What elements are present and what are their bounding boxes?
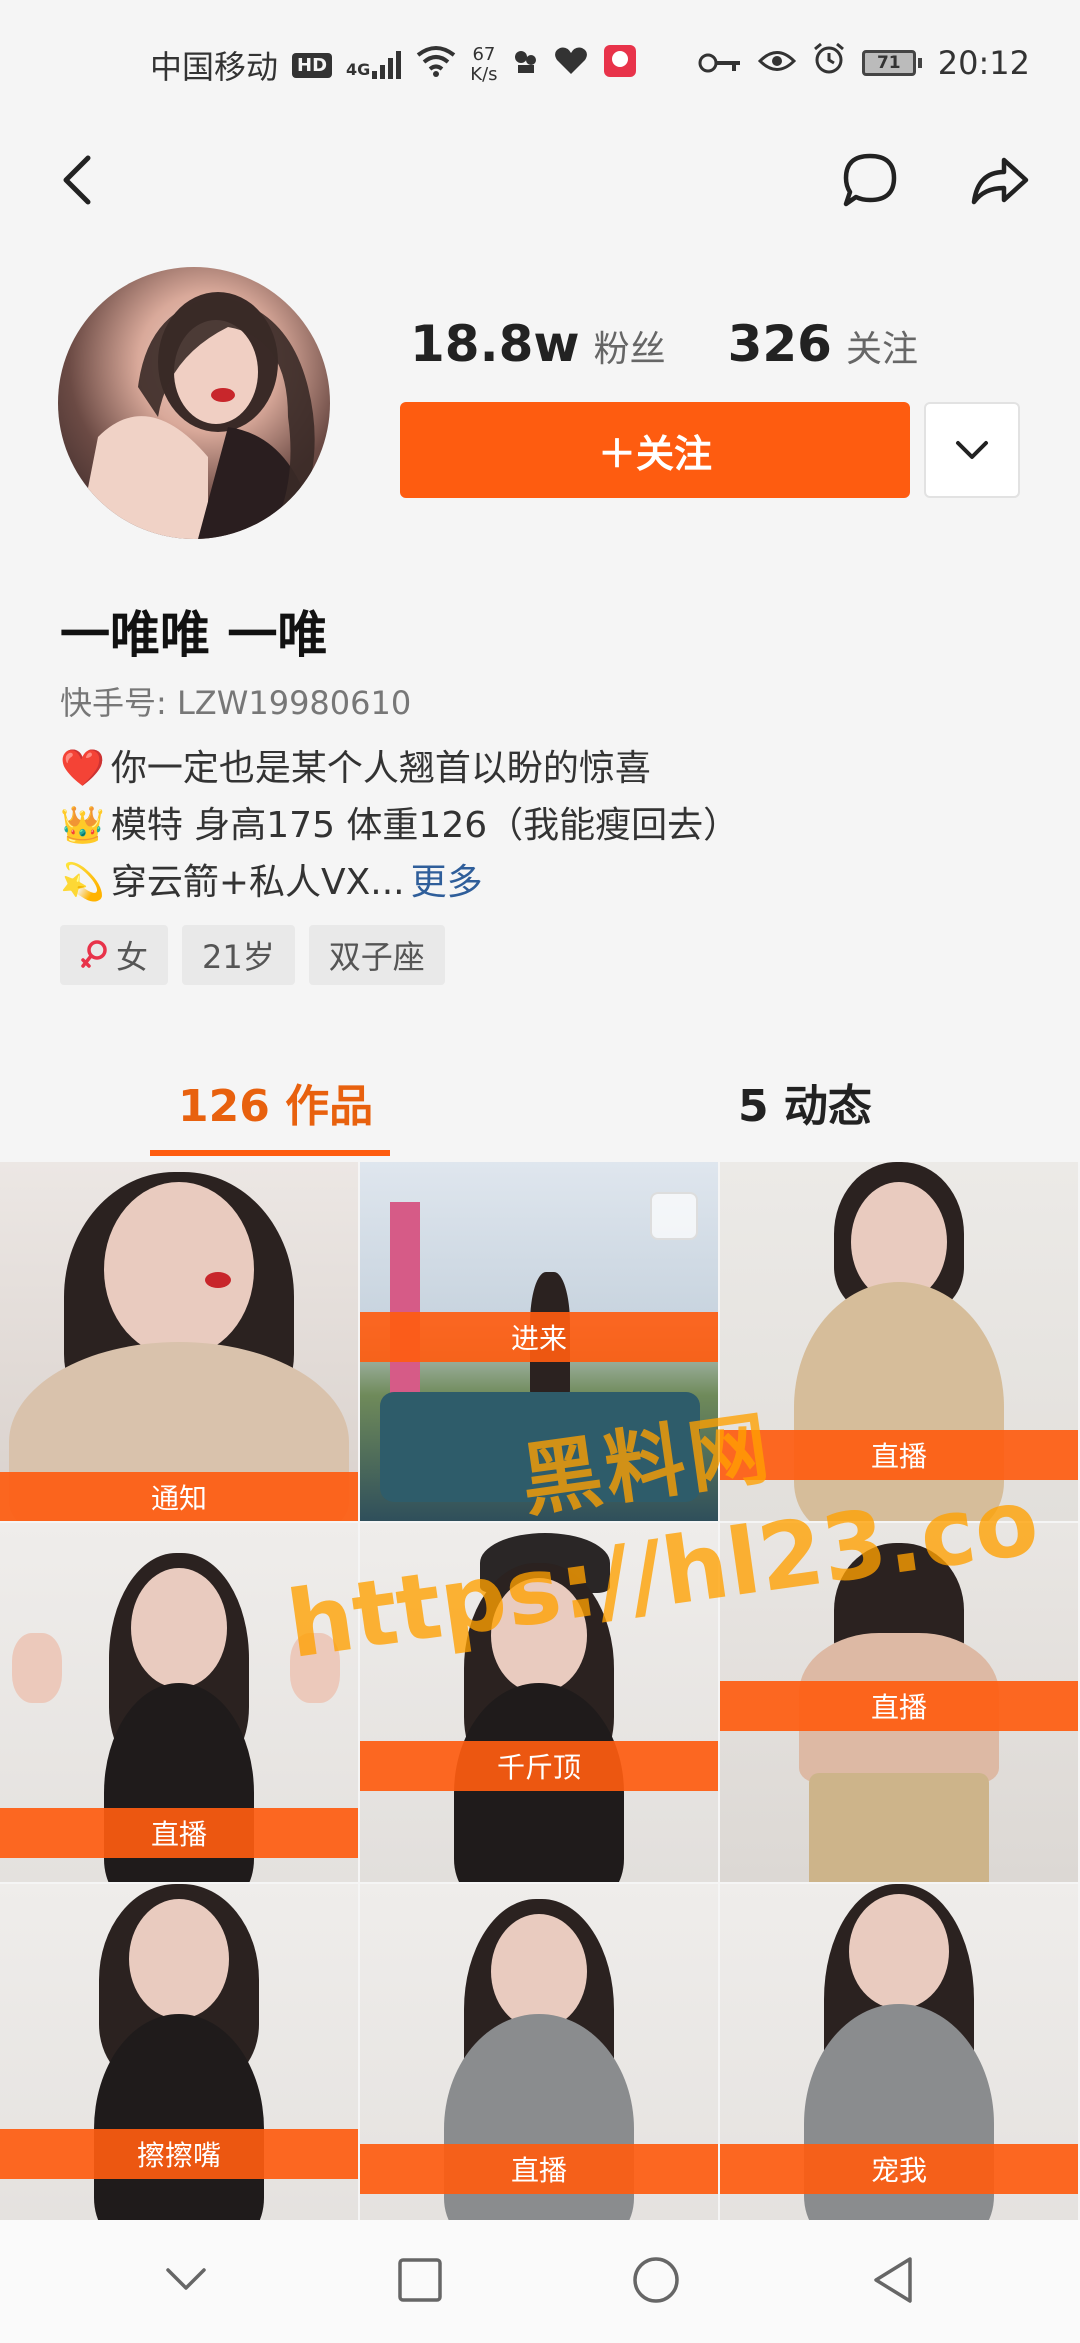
back-nav-icon[interactable]: [870, 2255, 916, 2309]
profile-name: 一唯唯 一唯: [60, 606, 328, 664]
bio-line: 👑 模特 身高175 体重126（我能瘦回去）: [60, 797, 739, 854]
recommend-dropdown-button[interactable]: [924, 402, 1020, 498]
tag-text: 双子座: [328, 938, 425, 976]
app-notification-icon: [512, 46, 540, 84]
tag-age: 21岁: [182, 925, 295, 985]
tab-works[interactable]: 126 作品: [178, 1070, 373, 1134]
tag-text: 21岁: [202, 938, 275, 976]
bio-more-link[interactable]: 更多: [411, 854, 483, 911]
recents-icon[interactable]: [397, 2257, 443, 2307]
profile-stats: 18.8w 粉丝 326 关注: [410, 315, 966, 373]
status-bar: 中国移动 HD 4G 67 K/s 71 20:12: [0, 0, 1080, 135]
speed-unit: K/s: [470, 64, 498, 85]
bio-line: 💫 穿云箭+私人VX... 更多: [60, 854, 739, 911]
video-thumbnail[interactable]: 直播: [720, 1523, 1080, 1884]
content-tabs: 126 作品 5 动态: [0, 1040, 1080, 1160]
bio-text: 穿云箭+私人VX...: [110, 862, 405, 903]
dizzy-emoji-icon: 💫: [60, 862, 105, 903]
hide-nav-icon[interactable]: [164, 2266, 208, 2298]
video-thumbnail[interactable]: 宠我: [720, 1884, 1080, 2245]
home-icon[interactable]: [631, 2255, 681, 2309]
message-icon[interactable]: [840, 150, 900, 210]
profile-bio: ❤️ 你一定也是某个人翘首以盼的惊喜 👑 模特 身高175 体重126（我能瘦回…: [60, 740, 739, 911]
heart-emoji-icon: ❤️: [60, 748, 105, 789]
thumbnail-caption: 直播: [720, 1681, 1078, 1731]
bio-text: 你一定也是某个人翘首以盼的惊喜: [110, 748, 651, 789]
app-badge-icon: [602, 43, 638, 87]
video-thumbnail[interactable]: 通知: [0, 1162, 360, 1523]
profile-tags: 女 21岁 双子座: [60, 925, 445, 985]
following-label[interactable]: 关注: [846, 320, 918, 372]
thumbnail-caption: 直播: [360, 2144, 718, 2194]
thumbnail-caption: 直播: [720, 1430, 1078, 1480]
tab-moments[interactable]: 5 动态: [738, 1070, 872, 1134]
bio-line: ❤️ 你一定也是某个人翘首以盼的惊喜: [60, 740, 739, 797]
carrier-label: 中国移动: [150, 48, 279, 86]
clock-time: 20:12: [937, 44, 1030, 82]
video-thumbnail[interactable]: 进来: [360, 1162, 720, 1523]
heart-health-icon: [554, 46, 588, 84]
tag-gender: 女: [60, 925, 169, 985]
share-icon[interactable]: [970, 150, 1030, 210]
video-thumbnail[interactable]: 直播: [720, 1162, 1080, 1523]
thumbnail-caption: 擦擦嘴: [0, 2129, 358, 2179]
speed-value: 67: [472, 44, 496, 65]
active-tab-indicator: [150, 1150, 390, 1156]
system-nav-bar: [0, 2220, 1080, 2343]
video-thumbnail[interactable]: 直播: [0, 1523, 360, 1884]
kuaishou-id[interactable]: 快手号: LZW19980610: [60, 678, 411, 724]
follow-button[interactable]: ＋关注: [400, 402, 910, 498]
video-thumbnail[interactable]: 直播: [360, 1884, 720, 2245]
thumbnail-caption: 千斤顶: [360, 1741, 718, 1791]
avatar[interactable]: [58, 267, 330, 539]
select-checkbox[interactable]: [650, 1192, 698, 1240]
thumbnail-caption: 直播: [0, 1808, 358, 1858]
tag-text: 女: [116, 938, 149, 976]
status-right: 71 20:12: [698, 42, 1030, 84]
thumbnail-caption: 宠我: [720, 2144, 1078, 2194]
eye-icon: [757, 44, 796, 82]
crown-emoji-icon: 👑: [60, 805, 105, 846]
alarm-icon: [812, 42, 846, 84]
video-thumbnail[interactable]: 千斤顶: [360, 1523, 720, 1884]
battery-level: 71: [861, 50, 916, 76]
video-thumbnail[interactable]: 擦擦嘴: [0, 1884, 360, 2245]
net-type-label: 4G: [346, 60, 371, 79]
battery-icon: 71: [861, 50, 922, 76]
net-speed: 67 K/s: [470, 45, 497, 85]
chevron-down-icon: [956, 441, 988, 459]
hd-badge: HD: [292, 52, 333, 78]
wifi-icon: [416, 45, 456, 85]
followers-label[interactable]: 粉丝: [594, 320, 666, 372]
bio-text: 模特 身高175 体重126（我能瘦回去）: [110, 805, 740, 846]
signal-icon: 4G: [346, 51, 402, 79]
works-grid: 通知 进来 直播 直播 千斤顶 直播 擦擦嘴 直播 宠我: [0, 1162, 1080, 2245]
thumbnail-caption: 通知: [0, 1472, 358, 1521]
back-icon[interactable]: [50, 150, 110, 210]
status-left: 中国移动 HD 4G 67 K/s: [150, 42, 638, 88]
followers-count[interactable]: 18.8w: [410, 315, 580, 373]
female-icon: [81, 940, 107, 968]
following-count[interactable]: 326: [728, 315, 832, 373]
thumbnail-caption: 进来: [360, 1312, 718, 1362]
top-nav: [0, 150, 1080, 220]
key-icon: [698, 44, 742, 82]
tag-zodiac: 双子座: [308, 925, 445, 985]
